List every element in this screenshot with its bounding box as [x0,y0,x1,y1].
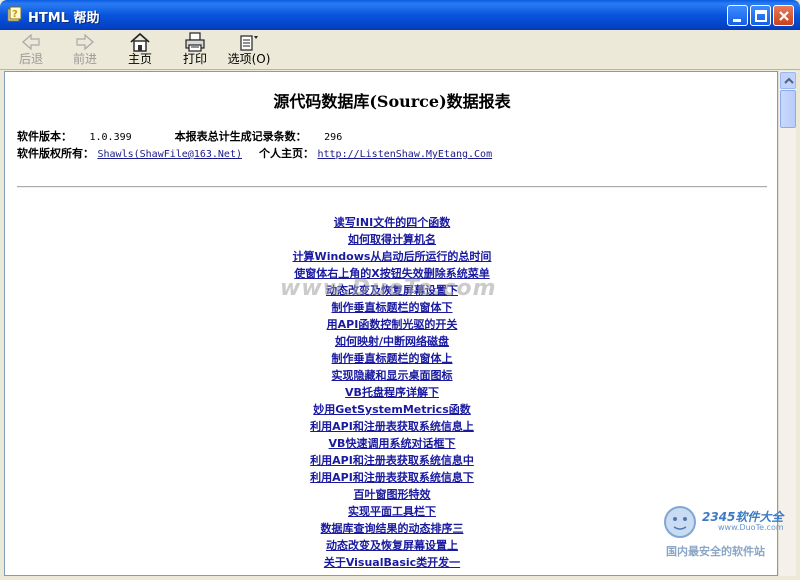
list-item: 读写INI文件的四个函数 [5,214,777,231]
close-button[interactable] [773,5,794,26]
list-item: 妙用GetSystemMetrics函数 [5,401,777,418]
watermark-site: www.DuoTe.com [718,523,784,532]
home-label: 主页 [127,52,152,66]
back-label: 后退 [18,52,43,66]
back-button[interactable]: 后退 [9,32,53,68]
printer-icon [185,32,205,52]
list-item: 如何映射/中断网络磁盘 [5,333,777,350]
scroll-thumb[interactable] [780,90,796,128]
record-count-label: 本报表总计生成记录条数： [174,130,307,143]
list-item: 制作垂直标题栏的窗体下 [5,299,777,316]
article-link[interactable]: 关于VisualBasic类开发一 [324,556,460,569]
list-item: 用API函数控制光驱的开关 [5,316,777,333]
article-link[interactable]: 利用API和注册表获取系统信息上 [310,420,474,433]
maximize-button[interactable] [750,5,771,26]
help-icon: ? [6,6,23,23]
svg-text:?: ? [12,9,18,20]
version-value: 1.0.399 [89,132,132,143]
article-link[interactable]: 实现平面工具栏下 [348,505,436,518]
chevron-up-icon [784,77,794,84]
meta-row-copyright: 软件版权所有： Shawls(ShawFile@163.Net) 个人主页： h… [17,145,492,161]
back-arrow-icon [22,33,40,51]
list-item: 利用API和注册表获取系统信息上 [5,418,777,435]
version-label: 软件版本： [17,130,72,143]
list-item: 实现隐藏和显示桌面图标 [5,367,777,384]
options-label: 选项(O) [227,52,271,66]
watermark-text: www.DuoTe.com [280,276,497,301]
list-item: 制作垂直标题栏的窗体上 [5,350,777,367]
scroll-up-button[interactable] [780,72,796,89]
meta-row-version: 软件版本： 1.0.399 本报表总计生成记录条数： 296 [17,128,342,144]
article-link[interactable]: 制作垂直标题栏的窗体下 [332,301,453,314]
forward-button[interactable]: 前进 [63,32,107,68]
divider [17,186,767,188]
toolbar: 后退 前进 主页 打印 选项(O) [0,30,800,70]
forward-arrow-icon [76,33,94,51]
title-bar[interactable]: ? HTML 帮助 [0,0,800,30]
list-item: 利用API和注册表获取系统信息下 [5,469,777,486]
list-item: VB快速调用系统对话框下 [5,435,777,452]
list-item: 计算Windows从启动后所运行的总时间 [5,248,777,265]
home-icon [130,32,150,52]
print-label: 打印 [182,52,207,66]
homepage-link[interactable]: http://ListenShaw.MyEtang.Com [318,149,493,160]
article-link[interactable]: 如何映射/中断网络磁盘 [335,335,449,348]
article-link[interactable]: 动态改变及恢复屏幕设置上 [326,539,458,552]
mascot-icon [664,506,696,538]
print-button[interactable]: 打印 [173,32,217,68]
article-link[interactable]: 妙用GetSystemMetrics函数 [313,403,471,416]
maximize-icon [755,10,767,22]
list-item: 利用API和注册表获取系统信息中 [5,452,777,469]
article-link[interactable]: VB托盘程序详解下 [345,386,439,399]
record-count-value: 296 [324,132,343,143]
article-link[interactable]: 数据库查询结果的动态排序三 [321,522,464,535]
list-item: 如何取得计算机名 [5,231,777,248]
copyright-label: 软件版权所有： [17,147,94,160]
article-link[interactable]: VB快速调用系统对话框下 [329,437,456,450]
minimize-icon [733,19,741,22]
article-link[interactable]: 利用API和注册表获取系统信息中 [310,454,474,467]
watermark-logo: 2345软件大全 www.DuoTe.com 国内最安全的软件站 [660,498,798,576]
homepage-label: 个人主页： [259,147,314,160]
article-link[interactable]: 用API函数控制光驱的开关 [327,318,458,331]
watermark-slogan: 国内最安全的软件站 [666,545,765,558]
page-title: 源代码数据库(Source)数据报表 [273,92,511,111]
forward-label: 前进 [72,52,97,66]
article-link[interactable]: 计算Windows从启动后所运行的总时间 [293,250,492,263]
article-link[interactable]: 利用API和注册表获取系统信息下 [310,471,474,484]
options-button[interactable]: 选项(O) [224,32,274,68]
home-button[interactable]: 主页 [118,32,162,68]
window-title: HTML 帮助 [28,11,100,26]
article-link[interactable]: 实现隐藏和显示桌面图标 [332,369,453,382]
article-link[interactable]: 制作垂直标题栏的窗体上 [332,352,453,365]
copyright-link[interactable]: Shawls(ShawFile@163.Net) [98,149,243,160]
minimize-button[interactable] [727,5,748,26]
article-link[interactable]: 百叶窗图形特效 [354,488,431,501]
options-icon [240,35,258,51]
article-link[interactable]: 读写INI文件的四个函数 [334,216,450,229]
list-item: VB托盘程序详解下 [5,384,777,401]
close-icon [779,11,789,21]
article-link[interactable]: 如何取得计算机名 [348,233,436,246]
